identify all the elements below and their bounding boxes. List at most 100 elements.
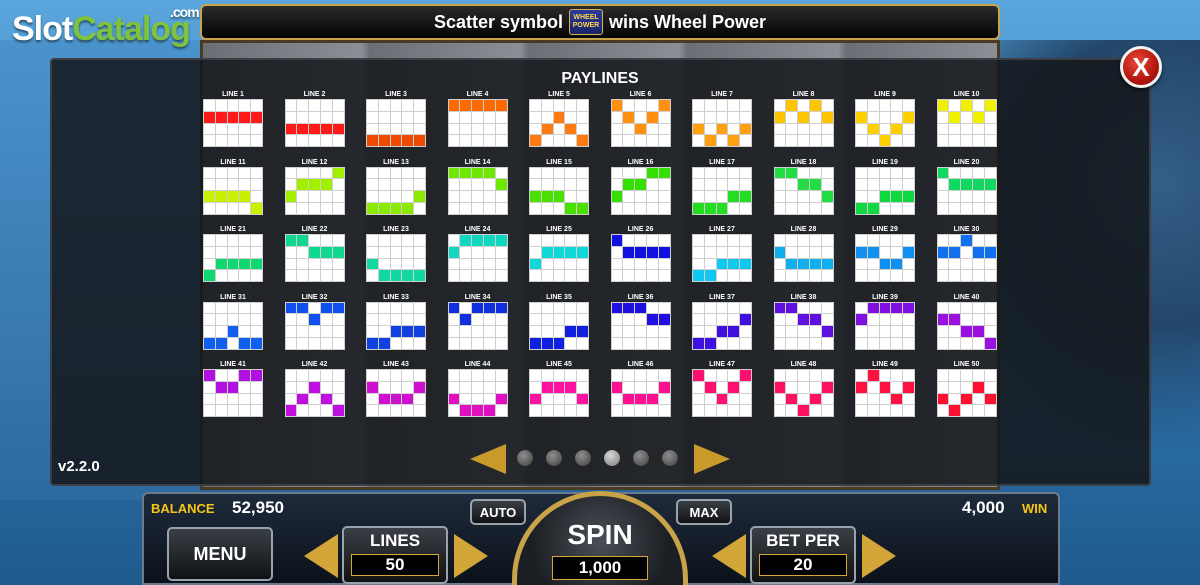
payline-42: LINE 42 bbox=[284, 360, 345, 417]
payline-cell bbox=[984, 393, 996, 405]
payline-cell bbox=[367, 123, 378, 135]
payline-cell bbox=[239, 314, 251, 325]
payline-cell bbox=[530, 167, 541, 179]
payline-cell bbox=[448, 405, 460, 416]
payline-pattern bbox=[773, 301, 834, 350]
payline-cell bbox=[740, 258, 751, 270]
payline-cell bbox=[541, 381, 553, 393]
payline-label: LINE 47 bbox=[709, 361, 735, 368]
payline-cell bbox=[774, 100, 786, 111]
payline-cell bbox=[285, 326, 297, 337]
payline-cell bbox=[774, 202, 786, 214]
payline-cell bbox=[716, 302, 728, 314]
payline-cell bbox=[740, 381, 751, 393]
prev-page-arrow-icon[interactable] bbox=[470, 444, 506, 474]
lines-decrease-arrow-icon[interactable] bbox=[304, 534, 338, 578]
payline-cell bbox=[786, 179, 798, 190]
payline-cell bbox=[809, 111, 821, 123]
payline-26: LINE 26 bbox=[610, 225, 671, 282]
payline-cell bbox=[949, 314, 961, 325]
menu-button[interactable]: MENU bbox=[167, 527, 273, 581]
payline-cell bbox=[611, 370, 623, 381]
payline-cell bbox=[728, 370, 740, 381]
payline-cell bbox=[704, 337, 716, 349]
page-dot[interactable] bbox=[632, 449, 650, 467]
payline-pattern bbox=[447, 166, 508, 215]
payline-cell bbox=[285, 111, 297, 123]
payline-cell bbox=[716, 393, 728, 405]
payline-pattern bbox=[773, 166, 834, 215]
payline-cell bbox=[798, 326, 809, 337]
payline-cell bbox=[693, 135, 704, 146]
spin-label[interactable]: SPIN bbox=[512, 519, 688, 551]
payline-4: LINE 4 bbox=[447, 90, 508, 147]
payline-label: LINE 14 bbox=[464, 158, 491, 166]
lines-increase-arrow-icon[interactable] bbox=[454, 534, 488, 578]
payline-pattern bbox=[936, 369, 997, 417]
payline-cell bbox=[553, 179, 565, 190]
payline-cell bbox=[635, 381, 646, 393]
scatter-icon-text-1: WHEEL bbox=[573, 14, 599, 21]
payline-cell bbox=[204, 270, 215, 281]
payline-cell bbox=[472, 235, 483, 246]
payline-41: LINE 41 bbox=[203, 360, 263, 417]
next-page-arrow-icon[interactable] bbox=[694, 444, 730, 474]
payline-cell bbox=[239, 111, 251, 123]
payline-cell bbox=[320, 258, 332, 270]
payline-cell bbox=[716, 381, 728, 393]
payline-cell bbox=[658, 235, 670, 246]
page-dot[interactable] bbox=[516, 449, 534, 467]
page-dot[interactable] bbox=[661, 449, 679, 467]
payline-cell bbox=[378, 167, 390, 179]
payline-cell bbox=[251, 135, 262, 146]
payline-cell bbox=[530, 405, 541, 416]
logo-slot-text: Slot bbox=[12, 10, 73, 48]
payline-cell bbox=[635, 393, 646, 405]
page-dot[interactable] bbox=[603, 449, 621, 467]
payline-cell bbox=[856, 337, 867, 349]
payline-cell bbox=[809, 191, 821, 202]
payline-cell bbox=[879, 179, 891, 190]
payline-18: LINE 18 bbox=[773, 158, 834, 215]
payline-cell bbox=[565, 337, 577, 349]
betper-decrease-arrow-icon[interactable] bbox=[712, 534, 746, 578]
payline-cell bbox=[448, 381, 460, 393]
payline-cell bbox=[472, 191, 483, 202]
payline-cell bbox=[460, 135, 472, 146]
payline-cell bbox=[984, 246, 996, 258]
payline-cell bbox=[378, 111, 390, 123]
payline-cell bbox=[879, 258, 891, 270]
payline-cell bbox=[693, 370, 704, 381]
payline-cell bbox=[414, 202, 425, 214]
payline-cell bbox=[378, 235, 390, 246]
payline-cell bbox=[704, 100, 716, 111]
payline-cell bbox=[774, 167, 786, 179]
payline-cell bbox=[635, 235, 646, 246]
payline-cell bbox=[251, 393, 262, 405]
payline-cell bbox=[867, 270, 879, 281]
payline-cell bbox=[472, 370, 483, 381]
payline-cell bbox=[867, 100, 879, 111]
payline-cell bbox=[285, 337, 297, 349]
payline-cell bbox=[448, 167, 460, 179]
betper-increase-arrow-icon[interactable] bbox=[862, 534, 896, 578]
payline-30: LINE 30 bbox=[936, 225, 997, 282]
payline-cell bbox=[972, 235, 984, 246]
page-dot[interactable] bbox=[574, 449, 592, 467]
payline-label: LINE 39 bbox=[872, 293, 898, 301]
page-dot[interactable] bbox=[545, 449, 563, 467]
payline-cell bbox=[251, 258, 262, 270]
payline-cell bbox=[646, 167, 658, 179]
payline-cell bbox=[309, 235, 320, 246]
payline-cell bbox=[332, 111, 344, 123]
payline-cell bbox=[809, 314, 821, 325]
payline-cell bbox=[390, 179, 402, 190]
payline-cell bbox=[740, 111, 751, 123]
payline-cell bbox=[646, 235, 658, 246]
payline-pattern bbox=[692, 301, 752, 350]
payline-cell bbox=[378, 405, 390, 416]
payline-cell bbox=[658, 370, 670, 381]
payline-cell bbox=[460, 370, 472, 381]
payline-cell bbox=[774, 314, 786, 325]
payline-cell bbox=[740, 179, 751, 190]
